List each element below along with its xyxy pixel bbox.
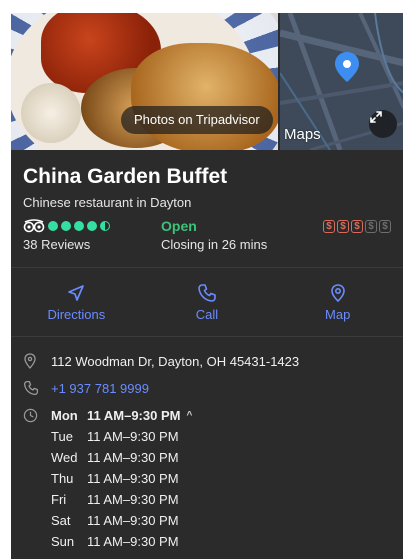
address-row[interactable]: 112 Woodman Dr, Dayton, OH 45431-1423 — [23, 351, 391, 371]
price-level: $ $ $ $ $ — [323, 220, 391, 233]
hours-row: Fri 11 AM–9:30 PM — [23, 489, 391, 510]
location-pin-icon[interactable] — [334, 51, 360, 83]
hours-time: 11 AM–9:30 PM — [87, 429, 179, 444]
directions-arrow-icon — [68, 284, 85, 301]
phone-icon — [198, 283, 216, 302]
place-info: China Garden Buffet Chinese restaurant i… — [11, 150, 403, 268]
price-dollar-icon: $ — [351, 220, 363, 233]
price-dollar-icon: $ — [323, 220, 335, 233]
hours-day: Sun — [51, 534, 75, 549]
address-pin-icon — [23, 353, 51, 369]
details-section: 112 Woodman Dr, Dayton, OH 45431-1423 +1… — [11, 337, 403, 552]
phone-link[interactable]: +1 937 781 9999 — [51, 381, 149, 396]
hours-row: Sat 11 AM–9:30 PM — [23, 510, 391, 531]
hours-row: Tue 11 AM–9:30 PM — [23, 426, 391, 447]
rating-bubble — [87, 221, 97, 231]
maps-logo: Maps — [284, 126, 321, 143]
clock-icon — [23, 405, 51, 426]
price-dollar-icon: $ — [379, 220, 391, 233]
hours-day: Tue — [51, 429, 73, 444]
hours-time: 11 AM–9:30 PM — [87, 471, 179, 486]
action-bar: Directions Call Map — [11, 268, 403, 337]
map-preview[interactable]: Maps — [278, 13, 403, 150]
rating-bubble — [48, 221, 58, 231]
price-dollar-icon: $ — [365, 220, 377, 233]
hours-time: 11 AM–9:30 PM — [87, 450, 179, 465]
hours-time: 11 AM–9:30 PM — [87, 408, 181, 423]
map-pin-icon — [330, 283, 345, 302]
review-count: 38 Reviews — [23, 237, 91, 252]
place-name: China Garden Buffet — [23, 165, 228, 188]
expand-icon — [370, 111, 382, 123]
hours-day: Wed — [51, 450, 78, 465]
place-card: Photos on Tripadvisor Maps China Garden … — [11, 13, 403, 559]
rating-bubble — [100, 221, 110, 231]
hours-day: Thu — [51, 471, 74, 486]
tripadvisor-rating[interactable]: 38 Reviews — [23, 218, 110, 252]
phone-row[interactable]: +1 937 781 9999 — [23, 378, 391, 398]
phone-small-icon — [23, 380, 51, 396]
food-rice — [21, 83, 81, 143]
rating-bubbles — [23, 218, 110, 234]
restaurant-photo[interactable]: Photos on Tripadvisor — [11, 13, 278, 150]
hero-media: Photos on Tripadvisor Maps — [11, 13, 403, 150]
tripadvisor-owl-icon — [23, 219, 45, 233]
hours-time: 11 AM–9:30 PM — [87, 492, 179, 507]
hours-time: 11 AM–9:30 PM — [87, 513, 179, 528]
call-label: Call — [195, 306, 219, 322]
hours-day: Mon — [51, 408, 78, 423]
expand-map-button[interactable] — [369, 110, 397, 138]
directions-button[interactable]: Directions — [11, 268, 142, 336]
map-button[interactable]: Map — [272, 268, 403, 336]
chevron-up-icon[interactable]: ^ — [186, 405, 192, 426]
price-dollar-icon: $ — [337, 220, 349, 233]
hours-day: Fri — [51, 492, 67, 507]
hours-row-today[interactable]: Mon 11 AM–9:30 PM ^ — [23, 405, 391, 426]
rating-bubble — [74, 221, 84, 231]
rating-bubble — [61, 221, 71, 231]
call-button[interactable]: Call — [142, 268, 273, 336]
photos-on-tripadvisor-button[interactable]: Photos on Tripadvisor — [121, 106, 273, 134]
directions-label: Directions — [47, 306, 106, 322]
open-status: Open Closing in 26 mins — [161, 218, 267, 252]
hours-row: Sun 11 AM–9:30 PM — [23, 531, 391, 552]
hours-row: Thu 11 AM–9:30 PM — [23, 468, 391, 489]
map-label: Map — [325, 306, 351, 322]
hours-time: 11 AM–9:30 PM — [87, 534, 179, 549]
open-label: Open — [161, 218, 197, 234]
closing-time: Closing in 26 mins — [161, 237, 268, 252]
place-category: Chinese restaurant in Dayton — [23, 195, 192, 210]
hours-row: Wed 11 AM–9:30 PM — [23, 447, 391, 468]
hours-day: Sat — [51, 513, 71, 528]
opening-hours: Mon 11 AM–9:30 PM ^ Tue 11 AM–9:30 PM We… — [23, 405, 391, 552]
meta-row: 38 Reviews Open Closing in 26 mins $ $ $… — [23, 218, 391, 258]
address-text: 112 Woodman Dr, Dayton, OH 45431-1423 — [51, 353, 300, 369]
